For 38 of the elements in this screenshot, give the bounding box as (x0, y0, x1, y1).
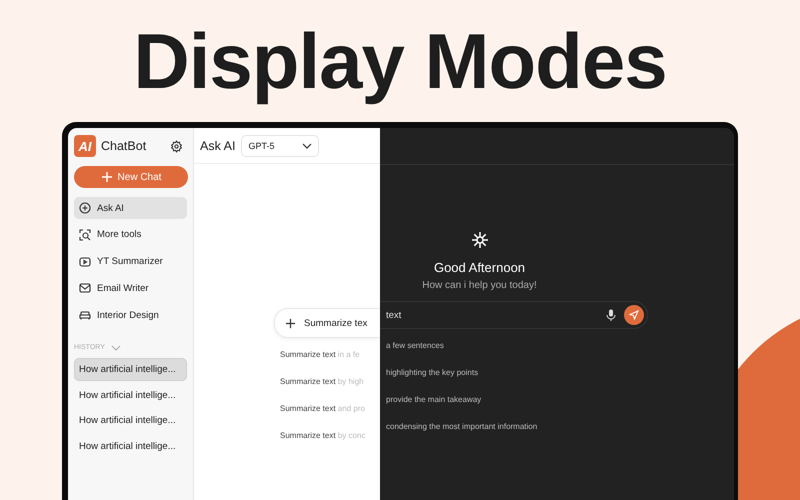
suggestion-item[interactable]: a few sentences (380, 339, 734, 366)
sidebar-item[interactable]: Ask AI (74, 197, 187, 219)
sidebar-item[interactable]: Email Writer (74, 277, 187, 300)
greeting: Good Afternoon (432, 260, 526, 275)
plus-circle-icon (79, 202, 91, 214)
send-button[interactable] (624, 305, 644, 325)
chevron-down-icon (302, 142, 312, 148)
sidebar-item[interactable]: YT Summarizer (74, 250, 187, 273)
suggestion-item[interactable]: condensing the most important information (380, 420, 734, 447)
search-icon (79, 228, 91, 241)
sparkle-icon (470, 231, 488, 249)
plus-icon (285, 318, 296, 328)
history-item[interactable]: How artificial intellige... (74, 384, 187, 407)
history-item[interactable]: How artificial intellige... (74, 434, 187, 458)
settings-icon[interactable] (170, 140, 183, 152)
history-item[interactable]: How artificial intellige... (74, 409, 187, 432)
plus-icon (100, 171, 113, 183)
sidebar-item[interactable]: Interior Design (74, 304, 187, 326)
paper-plane-icon (629, 310, 639, 320)
app-name: ChatBot (101, 139, 148, 153)
suggestion-item[interactable]: Summarize text by high (280, 375, 380, 402)
prompt-input[interactable]: text (380, 301, 648, 329)
envelope-icon (79, 282, 91, 294)
suggestion-item[interactable]: Summarize text by conc (280, 429, 380, 456)
suggestion-item[interactable]: Summarize text in a fe (280, 348, 380, 375)
suggestion-item[interactable]: highlighting the key points (380, 366, 734, 393)
suggestion-item[interactable]: Summarize text and pro (280, 402, 380, 429)
model-dropdown[interactable]: GPT-5 (241, 134, 320, 156)
page-title: Ask AI (200, 138, 236, 152)
app-logo: AI (74, 135, 96, 157)
sidebar-item[interactable]: More tools (74, 224, 187, 246)
history-item[interactable]: How artificial intellige... (74, 358, 187, 382)
greeting-subtitle: How can i help you today! (421, 280, 538, 291)
suggestion-item[interactable]: provide the main takeaway (380, 393, 734, 420)
play-icon (79, 256, 91, 268)
microphone-icon[interactable] (606, 309, 616, 321)
headline: Display Modes (132, 16, 668, 106)
sofa-icon (79, 309, 91, 322)
